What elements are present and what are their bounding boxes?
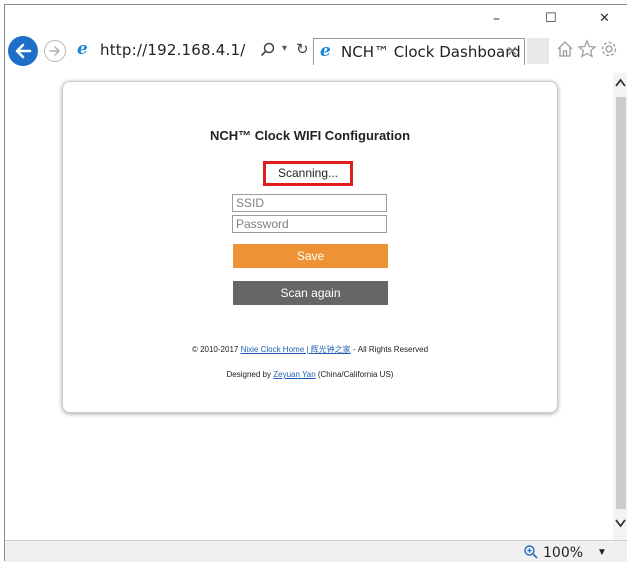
address-dropdown-icon[interactable]: ▾: [282, 43, 287, 54]
configuration-card: NCH™ Clock WIFI Configuration Scanning..…: [62, 81, 558, 413]
scroll-up-arrow-icon[interactable]: [614, 77, 627, 89]
copyright-prefix: © 2010-2017: [191, 345, 241, 354]
search-icon[interactable]: [260, 42, 276, 58]
favorites-star-icon[interactable]: [577, 39, 597, 59]
close-button[interactable]: ✕: [599, 11, 610, 26]
refresh-icon[interactable]: ↻: [296, 40, 309, 58]
settings-gear-icon[interactable]: [599, 39, 619, 59]
scanning-status: Scanning...: [263, 161, 353, 186]
tab-close-icon[interactable]: ✕: [506, 43, 518, 60]
nixie-clock-home-link[interactable]: Nixie Clock Home | 辉光钟之家: [241, 345, 351, 354]
designer-link[interactable]: Zeyuan Yan: [273, 370, 315, 379]
back-arrow-icon: [15, 43, 32, 59]
scroll-down-arrow-icon[interactable]: [614, 517, 627, 529]
scan-again-button[interactable]: Scan again: [233, 281, 388, 305]
page-title: NCH™ Clock WIFI Configuration: [209, 128, 411, 143]
zoom-level[interactable]: 100%: [543, 545, 583, 561]
ie-page-icon: e: [77, 39, 88, 59]
designer-footer: Designed by Zeyuan Yan (China/California…: [63, 370, 557, 379]
save-button[interactable]: Save: [233, 244, 388, 268]
status-bar: 100% ▼: [5, 540, 627, 562]
copyright-footer: © 2010-2017 Nixie Clock Home | 辉光钟之家 - A…: [63, 344, 557, 355]
forward-arrow-icon: [49, 46, 61, 56]
browser-window: – ☐ ✕ e http://192.168.4.1/ ▾ ↻ e NCH™ C…: [4, 4, 627, 562]
tab-title: NCH™ Clock Dashboard: [341, 43, 521, 61]
minimize-button[interactable]: –: [493, 11, 500, 27]
home-icon[interactable]: [555, 39, 575, 59]
tab-nch-clock-dashboard[interactable]: e NCH™ Clock Dashboard ✕: [313, 38, 525, 65]
title-bar: – ☐ ✕: [5, 5, 627, 35]
back-button[interactable]: [8, 36, 38, 66]
copyright-suffix: - All Rights Reserved: [350, 345, 429, 354]
forward-button[interactable]: [44, 40, 66, 62]
navigation-toolbar: e http://192.168.4.1/ ▾ ↻ e NCH™ Clock D…: [5, 33, 627, 69]
scrollbar-thumb[interactable]: [616, 97, 626, 509]
maximize-button[interactable]: ☐: [545, 11, 557, 26]
ssid-input[interactable]: [232, 194, 387, 212]
new-tab-button[interactable]: [527, 38, 549, 64]
page-content: NCH™ Clock WIFI Configuration Scanning..…: [5, 73, 613, 540]
zoom-dropdown-icon[interactable]: ▼: [597, 547, 607, 558]
url-text[interactable]: http://192.168.4.1/: [100, 41, 245, 59]
zoom-icon[interactable]: [523, 544, 539, 560]
address-bar[interactable]: e http://192.168.4.1/ ▾ ↻: [72, 39, 312, 63]
designed-prefix: Designed by: [226, 370, 274, 379]
ie-tab-icon: e: [320, 41, 331, 61]
designed-suffix: (China/California US): [315, 370, 394, 379]
password-input[interactable]: [232, 215, 387, 233]
